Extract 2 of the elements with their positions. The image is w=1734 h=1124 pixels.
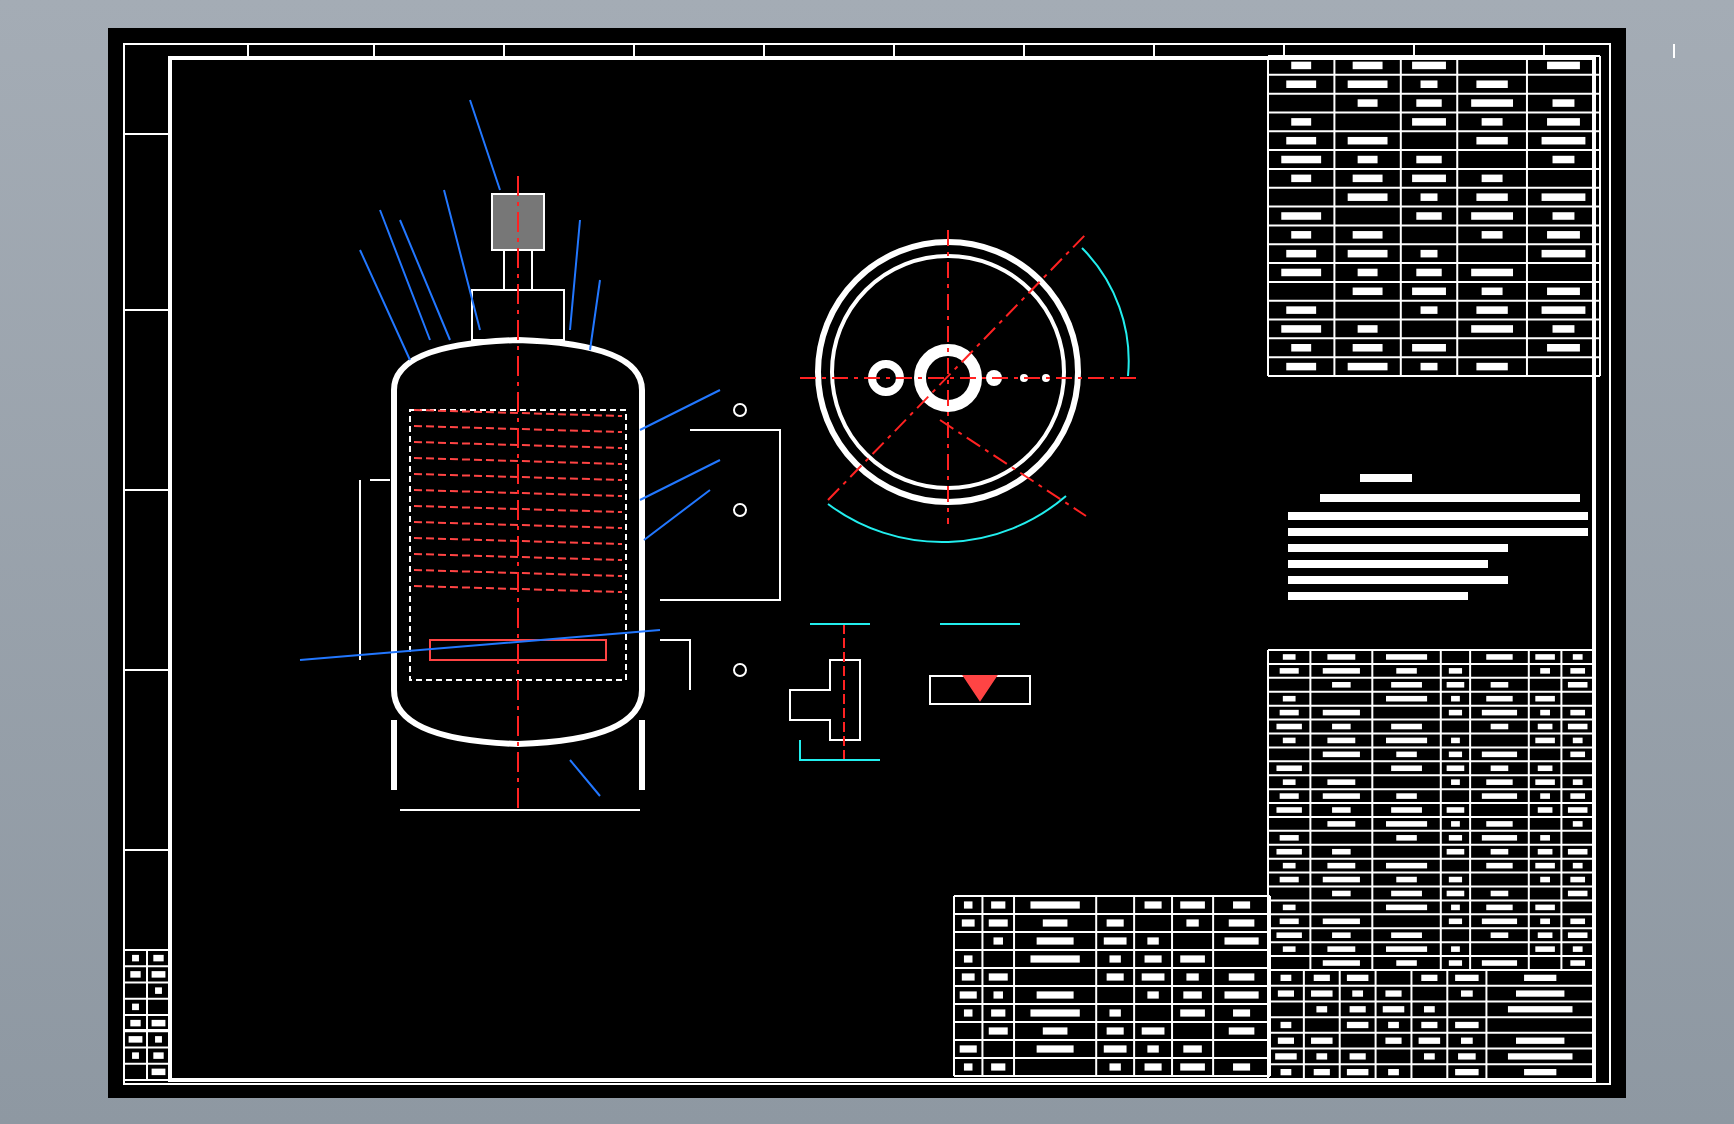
flange-detail-drawing [789,623,881,761]
weld-detail-drawing [929,623,1031,705]
